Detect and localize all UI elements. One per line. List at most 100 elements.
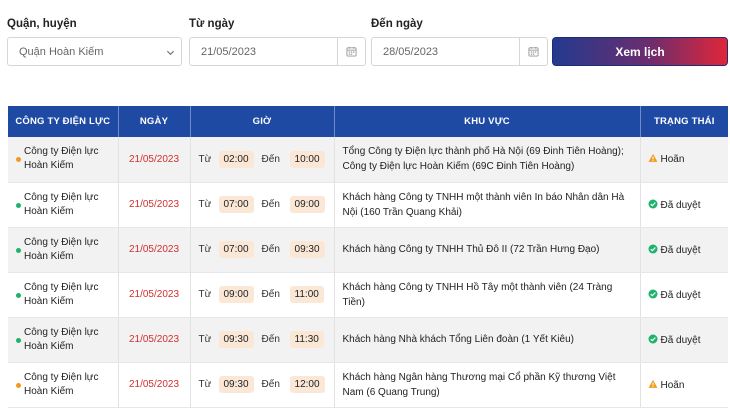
time-from-label: Từ	[198, 153, 212, 165]
status-dot	[16, 247, 21, 253]
view-schedule-button[interactable]: Xem lịch	[552, 37, 728, 66]
status-text: Đã duyệt	[660, 199, 701, 211]
date-cell: 21/05/2023	[118, 362, 191, 408]
time-cell: Từ 07:00 Đến 09:30	[190, 227, 335, 273]
table-row: Công ty Điện lực Hoàn Kiếm 21/05/2023 Từ 07:…	[8, 182, 728, 228]
to-date-value: 28/05/2023	[383, 45, 439, 58]
company-cell: Công ty Điện lực Hoàn Kiếm	[8, 272, 119, 318]
header-company: CÔNG TY ĐIỆN LỰC	[8, 106, 119, 137]
from-date-value: 21/05/2023	[201, 45, 257, 58]
calendar-icon[interactable]	[519, 38, 547, 65]
company-cell: Công ty Điện lực Hoàn Kiếm	[8, 137, 119, 183]
status-text: Hoãn	[660, 154, 685, 166]
header-status: TRẠNG THÁI	[640, 106, 728, 137]
time-to-label: Đến	[261, 289, 280, 300]
time-from-value: 09:30	[218, 376, 254, 393]
status-cell: Hoãn	[640, 137, 728, 183]
company-line-2: Hoàn Kiếm	[24, 160, 74, 172]
area-cell: Khách hàng Công ty TNHH một thành viên I…	[334, 182, 641, 228]
status-dot	[16, 337, 21, 343]
company-line-2: Hoàn Kiếm	[24, 205, 74, 217]
time-from-value: 09:00	[218, 286, 254, 303]
company-cell: Công ty Điện lực Hoàn Kiếm	[8, 182, 119, 228]
company-cell: Công ty Điện lực Hoàn Kiếm	[8, 362, 119, 408]
time-to-value: 10:00	[289, 150, 325, 168]
status-dot	[16, 292, 21, 298]
status-text: Đã duyệt	[660, 289, 701, 301]
company-cell: Công ty Điện lực Hoàn Kiếm	[8, 317, 119, 363]
to-date-input[interactable]: 28/05/2023	[371, 37, 548, 66]
area-cell: Khách hàng Công ty TNHH Thủ Đô II (72 Tr…	[334, 227, 641, 273]
from-date-input[interactable]: 21/05/2023	[189, 37, 366, 66]
time-cell: Từ 09:00 Đến 11:00	[190, 272, 335, 318]
outage-schedule-table: CÔNG TY ĐIỆN LỰC NGÀY GIỜ KHU VỰC TRẠNG …	[8, 106, 728, 408]
district-select[interactable]: Quận Hoàn Kiếm	[7, 37, 182, 66]
time-cell: Từ 07:00 Đến 09:00	[190, 182, 335, 228]
time-to-label: Đến	[261, 199, 280, 210]
table-row: Công ty Điện lực Hoàn Kiếm 21/05/2023 Từ 07:…	[8, 227, 728, 273]
company-line-1: Công ty Điện lực	[24, 371, 99, 383]
district-value: Quận Hoàn Kiếm	[19, 45, 104, 58]
header-area: KHU VỰC	[334, 106, 641, 137]
date-cell: 21/05/2023	[118, 272, 191, 318]
warning-icon	[648, 379, 661, 391]
table-row: Công ty Điện lực Hoàn Kiếm 21/05/2023 Từ 09:…	[8, 272, 728, 318]
company-line-1: Công ty Điện lực	[24, 236, 99, 248]
time-from-value: 09:30	[218, 331, 254, 348]
area-cell: Khách hàng Nhà khách Tổng Liên đoàn (1 Y…	[334, 317, 641, 363]
time-from-label: Từ	[198, 244, 212, 255]
time-to-label: Đến	[261, 244, 280, 255]
time-to-value: 09:00	[289, 196, 325, 213]
status-dot	[16, 202, 21, 208]
check-circle-icon	[648, 334, 661, 346]
table-row: Công ty Điện lực Hoàn Kiếm 21/05/2023 Từ 02:…	[8, 137, 728, 183]
date-cell: 21/05/2023	[118, 317, 191, 363]
time-from-label: Từ	[198, 334, 212, 345]
status-dot	[16, 382, 21, 388]
check-circle-icon	[648, 289, 661, 301]
status-text: Đã duyệt	[660, 244, 701, 256]
time-to-label: Đến	[261, 379, 280, 390]
time-from-value: 07:00	[218, 241, 254, 258]
company-cell: Công ty Điện lực Hoàn Kiếm	[8, 227, 119, 273]
time-from-label: Từ	[198, 289, 212, 300]
table-row: Công ty Điện lực Hoàn Kiếm 21/05/2023 Từ 09:…	[8, 362, 728, 408]
warning-icon	[648, 154, 661, 165]
time-to-label: Đến	[261, 153, 280, 165]
status-cell: Hoãn	[640, 362, 728, 408]
date-cell: 21/05/2023	[118, 182, 191, 228]
table-header-row: CÔNG TY ĐIỆN LỰC NGÀY GIỜ KHU VỰC TRẠNG …	[8, 106, 728, 137]
time-to-value: 09:30	[289, 241, 325, 258]
table-row: Công ty Điện lực Hoàn Kiếm 21/05/2023 Từ 09:…	[8, 317, 728, 363]
time-to-value: 11:00	[289, 286, 324, 303]
time-to-label: Đến	[261, 334, 280, 345]
time-to-value: 11:30	[289, 331, 324, 348]
time-from-value: 02:00	[218, 150, 254, 168]
company-line-2: Hoàn Kiếm	[24, 385, 74, 397]
calendar-icon[interactable]	[337, 38, 365, 65]
time-cell: Từ 09:30 Đến 12:00	[190, 362, 335, 408]
time-cell: Từ 09:30 Đến 11:30	[190, 317, 335, 363]
status-cell: Đã duyệt	[640, 317, 728, 363]
area-cell: Tổng Công ty Điện lực thành phố Hà Nội (…	[334, 137, 641, 183]
status-cell: Đã duyệt	[640, 272, 728, 318]
filter-bar: Quận, huyện Quận Hoàn Kiếm Từ ngày 21/05…	[0, 0, 730, 90]
area-cell: Khách hàng Công ty TNHH Hồ Tây một thành…	[334, 272, 641, 318]
company-line-1: Công ty Điện lực	[24, 146, 99, 158]
status-cell: Đã duyệt	[640, 182, 728, 228]
time-from-label: Từ	[198, 379, 212, 390]
time-cell: Từ 02:00 Đến 10:00	[190, 137, 335, 183]
time-from-label: Từ	[198, 199, 212, 210]
company-line-1: Công ty Điện lực	[24, 281, 99, 293]
company-line-2: Hoàn Kiếm	[24, 295, 74, 307]
header-time: GIỜ	[190, 106, 335, 137]
check-circle-icon	[648, 199, 661, 211]
company-line-2: Hoàn Kiếm	[24, 340, 74, 352]
check-circle-icon	[648, 244, 661, 256]
date-cell: 21/05/2023	[118, 137, 191, 183]
area-cell: Khách hàng Ngân hàng Thương mại Cổ phần …	[334, 362, 641, 408]
time-from-value: 07:00	[218, 196, 254, 213]
to-date-label: Đến ngày	[371, 18, 423, 30]
status-text: Hoãn	[660, 379, 685, 391]
header-date: NGÀY	[118, 106, 191, 137]
